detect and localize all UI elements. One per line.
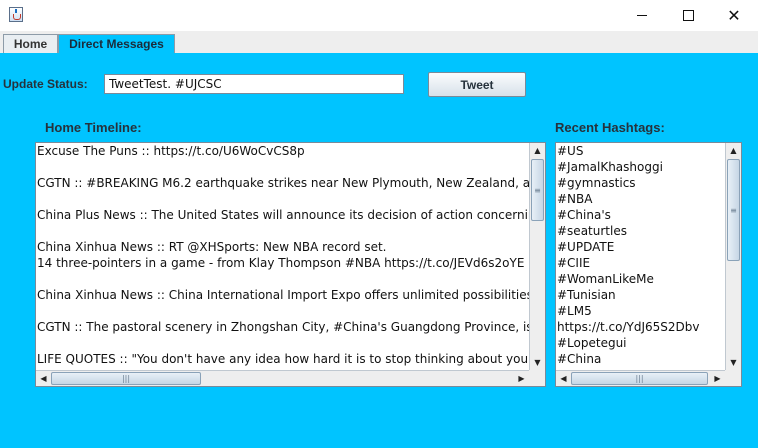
hashtags-list[interactable]: #US #JamalKhashoggi #gymnastics #NBA #China'… [556,143,725,370]
scroll-down-arrow-icon[interactable]: ▼ [726,355,741,370]
close-icon: ✕ [727,5,741,25]
timeline-line [36,271,529,287]
hashtag-item: #US [557,144,584,158]
hashtag-item: #CIIE [557,256,591,270]
minimize-icon [637,15,647,16]
timeline-vertical-scrollbar[interactable]: ▲ ≡ ▼ [529,143,545,370]
maximize-icon [682,10,694,21]
timeline-line: CGTN :: #BREAKING M6.2 earthquake strike… [37,176,529,190]
timeline-line [36,191,529,207]
timeline-line [36,303,529,319]
java-cup-icon [9,7,23,22]
timeline-line [36,335,529,351]
timeline-line: CGTN :: The pastoral scenery in Zhongsha… [37,320,529,334]
recent-hashtags-title: Recent Hashtags: [555,120,665,135]
hashtag-item: #Lopetegui [557,336,627,350]
scrollbar-corner [725,370,741,386]
hashtag-item: #NBA [557,192,593,206]
hashtag-item: #WomanLikeMe [557,272,654,286]
timeline-line: China Xinhua News :: China International… [37,288,529,302]
home-timeline-title: Home Timeline: [45,120,142,135]
hashtag-item: https://t.co/YdJ65S2Dbv [557,320,700,334]
hashtags-vertical-scrollbar[interactable]: ▲ ≡ ▼ [725,143,741,370]
scroll-up-arrow-icon[interactable]: ▲ [726,143,741,158]
hashtag-item: #UPDATE [557,240,615,254]
scroll-down-arrow-icon[interactable]: ▼ [530,355,545,370]
scroll-left-arrow-icon[interactable]: ◀ [556,371,571,386]
hashtag-item: #China's [557,208,611,222]
timeline-line: 14 three-pointers in a game - from Klay … [37,256,525,270]
hashtag-item: #LM5 [557,304,592,318]
hashtag-item: #JamalKhashoggi [557,160,663,174]
scroll-left-arrow-icon[interactable]: ◀ [36,371,51,386]
hashtag-item: #seaturtles [557,224,627,238]
hashtag-item: #China [557,352,602,366]
scrollbar-corner [529,370,545,386]
minimize-button[interactable] [619,0,665,31]
timeline-vertical-scroll-thumb[interactable]: ≡ [531,159,544,221]
hashtag-item: #Tunisian [557,288,616,302]
scroll-right-arrow-icon[interactable]: ▶ [710,371,725,386]
hashtags-horizontal-scroll-thumb[interactable]: ||| [571,372,708,385]
tab-home[interactable]: Home [3,34,58,53]
timeline-text-area[interactable]: Excuse The Puns :: https://t.co/U6WoCvCS… [36,143,529,370]
tab-direct-messages[interactable]: Direct Messages [58,34,175,53]
scroll-right-arrow-icon[interactable]: ▶ [514,371,529,386]
maximize-button[interactable] [665,0,711,31]
timeline-scroll-pane[interactable]: Excuse The Puns :: https://t.co/U6WoCvCS… [35,142,546,387]
close-button[interactable]: ✕ [711,0,757,31]
timeline-line: Excuse The Puns :: https://t.co/U6WoCvCS… [37,144,305,158]
update-status-label: Update Status: [3,77,88,91]
timeline-line [36,223,529,239]
timeline-horizontal-scrollbar[interactable]: ◀ ||| ▶ [36,370,529,386]
scroll-up-arrow-icon[interactable]: ▲ [530,143,545,158]
tweet-button[interactable]: Tweet [428,72,526,97]
hashtags-horizontal-scrollbar[interactable]: ◀ ||| ▶ [556,370,725,386]
timeline-line [36,159,529,175]
status-input[interactable] [104,74,404,94]
title-bar: ✕ [0,0,758,32]
timeline-line: China Plus News :: The United States wil… [37,208,529,222]
timeline-line: LIFE QUOTES :: "You don't have any idea … [37,352,529,366]
hashtag-item: #gymnastics [557,176,636,190]
timeline-horizontal-scroll-thumb[interactable]: ||| [51,372,201,385]
hashtags-vertical-scroll-thumb[interactable]: ≡ [727,159,740,261]
timeline-line: China Xinhua News :: RT @XHSports: New N… [37,240,387,254]
tab-strip: Home Direct Messages [0,31,758,53]
hashtags-scroll-pane[interactable]: #US #JamalKhashoggi #gymnastics #NBA #China'… [555,142,742,387]
